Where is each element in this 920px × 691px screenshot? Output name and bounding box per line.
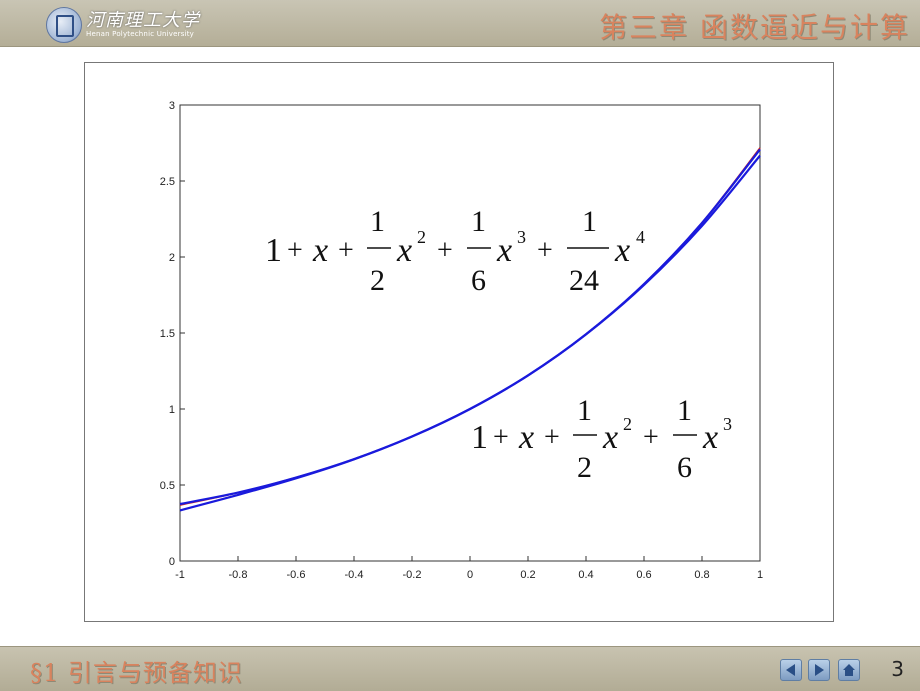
svg-text:x: x [396,232,412,269]
y-tick-label: 1 [169,404,175,416]
svg-text:2: 2 [417,227,426,247]
y-tick-label: 1.5 [160,328,175,340]
x-tick-label: -0.8 [229,569,248,581]
svg-text:+: + [287,235,303,266]
svg-text:4: 4 [636,227,645,247]
y-tick-label: 0 [169,556,175,568]
svg-text:6: 6 [471,264,486,297]
y-tick-label: 3 [169,100,175,112]
svg-text:x: x [602,419,618,456]
x-tick-label: -0.2 [403,569,422,581]
university-name: 河南理工大学 [86,10,200,31]
svg-text:x: x [312,232,328,269]
svg-text:2: 2 [370,264,385,297]
svg-text:1: 1 [677,394,692,427]
plot-area [179,104,761,562]
taylor-degree-3-curve [179,154,761,512]
section-title: §1 引言与预备知识 [30,659,243,687]
svg-text:2: 2 [577,451,592,484]
svg-text:1: 1 [265,232,282,269]
x-tick-label: 0.4 [578,569,593,581]
exp-curve [179,147,761,506]
university-english-name: Henan Polytechnic University [86,30,195,38]
svg-text:+: + [493,422,509,453]
x-tick-label: 0.8 [694,569,709,581]
y-tick-label: 0.5 [160,480,175,492]
svg-text:x: x [614,232,630,269]
previous-slide-button[interactable] [780,659,802,681]
x-tick-label: -0.4 [345,569,364,581]
y-tick-label: 2 [169,252,175,264]
x-tick-label: 1 [757,569,763,581]
university-logo-icon [46,7,82,43]
svg-text:+: + [437,235,453,266]
svg-text:3: 3 [723,414,732,434]
taylor-degree-4-curve [179,148,761,506]
svg-text:2: 2 [623,414,632,434]
annotation-degree-3: 1 + x + 1 2 x 2 + 1 6 x 3 [471,394,732,484]
next-arrow-icon [815,664,824,676]
svg-text:1: 1 [370,205,385,238]
slide-footer: §1 引言与预备知识 3 [0,646,920,691]
svg-text:x: x [496,232,512,269]
svg-text:1: 1 [471,205,486,238]
page-number: 3 [891,657,904,681]
svg-text:+: + [537,235,553,266]
svg-text:+: + [338,235,354,266]
x-tick-label: -1 [175,569,185,581]
figure-frame: -1 -0.8 -0.6 -0.4 -0.2 0 0.2 0.4 0.6 0.8 1 0 0.5 1 1.5… [84,62,834,622]
svg-text:1: 1 [577,394,592,427]
svg-text:1: 1 [471,419,488,456]
svg-text:+: + [544,422,560,453]
prev-arrow-icon [786,664,795,676]
next-slide-button[interactable] [808,659,830,681]
svg-text:x: x [702,419,718,456]
slide-header: 河南理工大学 Henan Polytechnic University 第三章 … [0,0,920,47]
x-tick-label: 0 [467,569,473,581]
svg-text:3: 3 [517,227,526,247]
taylor-approximation-chart: -1 -0.8 -0.6 -0.4 -0.2 0 0.2 0.4 0.6 0.8 1 0 0.5 1 1.5… [160,100,763,581]
annotation-degree-4: 1 + x + 1 2 x 2 + 1 6 x 3 + 1 24 x 4 [265,205,645,297]
svg-text:6: 6 [677,451,692,484]
x-tick-label: 0.6 [636,569,651,581]
y-tick-label: 2.5 [160,176,175,188]
svg-text:1: 1 [582,205,597,238]
home-button[interactable] [838,659,860,681]
svg-text:x: x [518,419,534,456]
svg-text:+: + [643,422,659,453]
x-tick-label: 0.2 [520,569,535,581]
svg-text:24: 24 [569,264,599,297]
home-icon [843,664,855,676]
x-tick-label: -0.6 [287,569,306,581]
chapter-title: 第三章 函数逼近与计算 [599,11,910,44]
